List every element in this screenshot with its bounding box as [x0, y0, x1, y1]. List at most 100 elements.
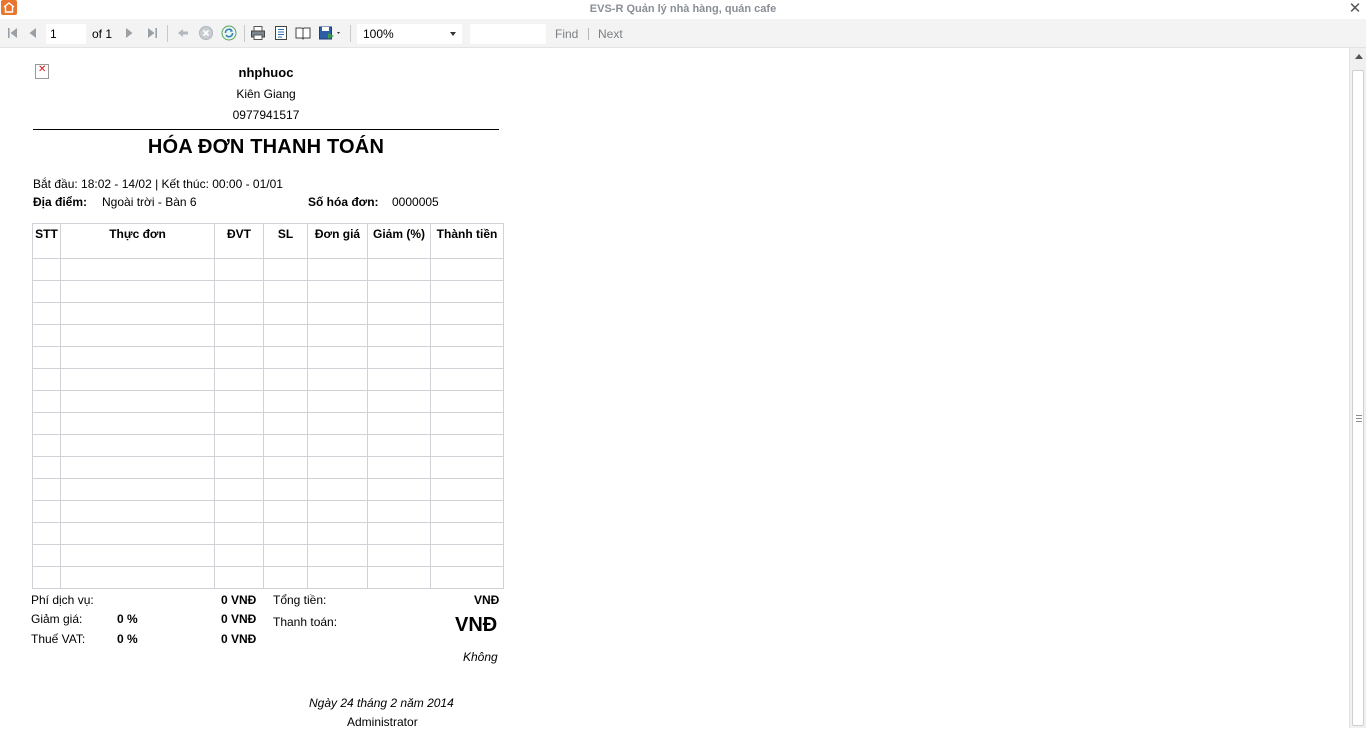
- table-cell: [32, 368, 61, 391]
- back-icon[interactable]: [175, 25, 191, 41]
- column-header: Giảm (%): [367, 223, 431, 259]
- table-cell: [32, 346, 61, 369]
- table-cell: [263, 258, 308, 281]
- window-title: EVS-R Quản lý nhà hàng, quán cafe: [589, 3, 777, 15]
- find-link[interactable]: Find: [555, 27, 578, 41]
- table-cell: [214, 500, 264, 523]
- table-row: [32, 390, 504, 413]
- table-cell: [307, 368, 368, 391]
- table-row: [32, 302, 504, 325]
- location-label: Địa điểm:: [33, 195, 88, 209]
- stop-icon[interactable]: [198, 25, 214, 41]
- table-cell: [430, 566, 504, 589]
- grip-line: [1356, 415, 1362, 416]
- service-fee-label: Phí dịch vụ:: [31, 593, 94, 607]
- table-cell: [307, 324, 368, 347]
- table-cell: [367, 390, 431, 413]
- print-layout-icon[interactable]: [273, 25, 289, 41]
- report-viewer-toolbar: of 1 100% Find Next: [0, 19, 1366, 48]
- toolbar-separator: [350, 25, 351, 42]
- vat-label: Thuế VAT:: [31, 632, 86, 646]
- table-cell: [307, 478, 368, 501]
- table-cell: [214, 368, 264, 391]
- column-header: ĐVT: [214, 223, 264, 259]
- table-cell: [32, 478, 61, 501]
- page-count-label: of 1: [92, 27, 113, 41]
- table-cell: [367, 280, 431, 303]
- table-cell: [60, 544, 215, 567]
- close-icon[interactable]: ✕: [1347, 1, 1363, 17]
- scroll-up-icon[interactable]: [1355, 54, 1363, 59]
- total-value: VNĐ: [474, 593, 500, 607]
- table-cell: [263, 280, 308, 303]
- table-cell: [430, 302, 504, 325]
- first-page-icon[interactable]: [5, 25, 21, 41]
- table-cell: [32, 434, 61, 457]
- table-cell: [263, 544, 308, 567]
- table-row: [32, 412, 504, 435]
- table-row: [32, 368, 504, 391]
- last-page-icon[interactable]: [144, 25, 160, 41]
- next-link[interactable]: Next: [598, 27, 623, 41]
- export-icon[interactable]: [318, 25, 344, 41]
- table-cell: [263, 566, 308, 589]
- page-setup-icon[interactable]: [295, 25, 311, 41]
- find-next-divider: [588, 28, 589, 40]
- refresh-icon[interactable]: [221, 25, 237, 41]
- table-cell: [60, 346, 215, 369]
- vat-value: 0 VNĐ: [221, 632, 257, 646]
- signer-name: Administrator: [347, 715, 418, 729]
- payment-label: Thanh toán:: [273, 615, 338, 629]
- table-cell: [430, 390, 504, 413]
- vertical-scrollbar[interactable]: [1349, 48, 1366, 728]
- next-page-icon[interactable]: [121, 25, 137, 41]
- table-cell: [367, 324, 431, 347]
- table-row: [32, 500, 504, 523]
- table-cell: [307, 258, 368, 281]
- table-cell: [214, 434, 264, 457]
- table-cell: [307, 390, 368, 413]
- grip-line: [1356, 421, 1362, 422]
- table-cell: [60, 500, 215, 523]
- table-cell: [214, 302, 264, 325]
- table-cell: [367, 544, 431, 567]
- table-cell: [60, 390, 215, 413]
- table-cell: [32, 456, 61, 479]
- table-cell: [263, 434, 308, 457]
- table-cell: [367, 566, 431, 589]
- invoice-date: Ngày 24 tháng 2 năm 2014: [309, 696, 454, 710]
- service-fee-value: 0 VNĐ: [221, 593, 257, 607]
- header-divider: [33, 129, 499, 130]
- scrollbar-thumb[interactable]: [1352, 70, 1364, 726]
- table-cell: [32, 324, 61, 347]
- table-cell: [430, 434, 504, 457]
- table-cell: [430, 412, 504, 435]
- table-cell: [367, 456, 431, 479]
- zoom-select[interactable]: 100%: [357, 24, 462, 44]
- table-cell: [214, 566, 264, 589]
- table-cell: [214, 544, 264, 567]
- items-table: STT Thực đơn ĐVT SL Đơn giá Giảm (%) Thà…: [32, 223, 504, 589]
- table-cell: [60, 280, 215, 303]
- table-cell: [60, 566, 215, 589]
- column-header: Thành tiền: [430, 223, 504, 259]
- find-text-input[interactable]: [470, 24, 546, 44]
- table-cell: [32, 280, 61, 303]
- toolbar-separator: [244, 25, 245, 42]
- table-cell: [214, 346, 264, 369]
- table-row: [32, 346, 504, 369]
- title-bar: EVS-R Quản lý nhà hàng, quán cafe ✕: [0, 0, 1366, 19]
- table-cell: [307, 500, 368, 523]
- table-cell: [32, 302, 61, 325]
- previous-page-icon[interactable]: [25, 25, 41, 41]
- time-range: Bắt đầu: 18:02 - 14/02 | Kết thúc: 00:00…: [33, 177, 283, 191]
- table-cell: [367, 500, 431, 523]
- print-icon[interactable]: [250, 25, 266, 41]
- table-cell: [307, 456, 368, 479]
- table-cell: [263, 324, 308, 347]
- table-cell: [430, 280, 504, 303]
- page-number-input[interactable]: [46, 24, 86, 44]
- table-cell: [214, 390, 264, 413]
- table-cell: [263, 346, 308, 369]
- table-cell: [430, 500, 504, 523]
